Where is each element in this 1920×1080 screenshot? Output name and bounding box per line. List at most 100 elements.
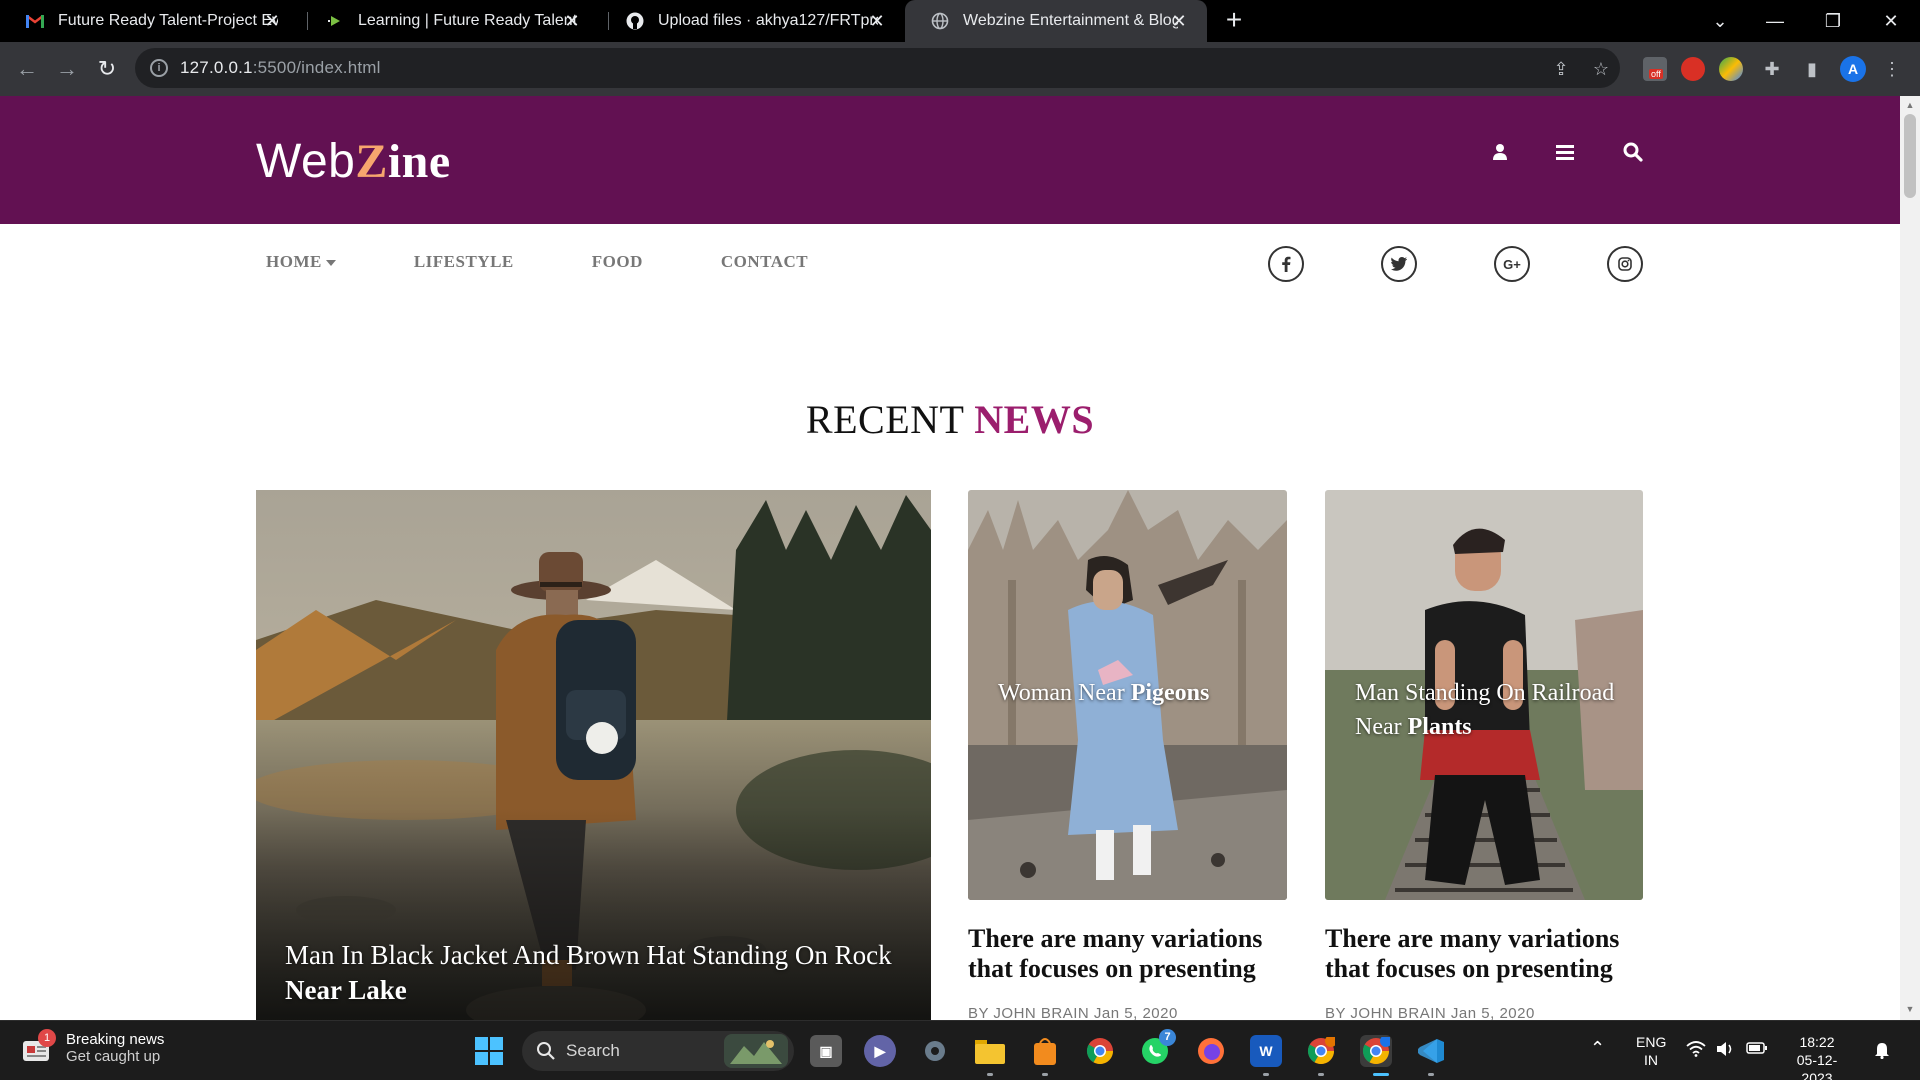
scroll-up-icon[interactable]: ▲	[1905, 100, 1915, 110]
back-button[interactable]: ←	[12, 54, 42, 84]
windows-start-icon[interactable]	[473, 1035, 505, 1067]
teams-chat-icon[interactable]: ▶	[864, 1035, 896, 1067]
close-icon[interactable]: ✕	[262, 11, 282, 31]
tab-github[interactable]: Upload files · akhya127/FRTproje ✕	[600, 0, 905, 42]
tab-gmail[interactable]: Future Ready Talent-Project Eval ✕	[0, 0, 300, 42]
wifi-icon[interactable]	[1686, 1041, 1706, 1061]
nav-lifestyle[interactable]: LIFESTYLE	[414, 252, 514, 272]
puzzle-extensions-icon[interactable]: ✚	[1761, 58, 1783, 80]
address-bar[interactable]: i 127.0.0.1:5500/index.html ⇪ ☆	[135, 48, 1620, 88]
card-1-heading[interactable]: There are many variations that focuses o…	[968, 924, 1288, 984]
forward-button[interactable]: →	[52, 54, 82, 84]
url-text[interactable]: 127.0.0.1:5500/index.html	[180, 58, 381, 78]
search-icon[interactable]	[1621, 140, 1645, 164]
volume-icon[interactable]	[1716, 1041, 1734, 1061]
active-indicator	[1373, 1073, 1389, 1076]
card-1-meta: BY JOHN BRAIN Jan 5, 2020	[968, 1005, 1178, 1020]
site-info-icon[interactable]: i	[150, 59, 168, 77]
clock[interactable]: 18:22 05-12-2023	[1782, 1033, 1852, 1080]
caret-down-icon	[325, 260, 336, 267]
extension-block-icon[interactable]	[1681, 57, 1705, 81]
whatsapp-badge: 7	[1159, 1029, 1176, 1046]
side-panel-icon[interactable]: ▮	[1801, 58, 1823, 80]
hamburger-menu-icon[interactable]	[1553, 140, 1577, 164]
site-header: WebZine	[0, 96, 1900, 224]
card-2-overlay-title[interactable]: Man Standing On Railroad Near Plants	[1355, 676, 1635, 744]
close-window-button[interactable]: ✕	[1876, 6, 1906, 36]
scrollbar-thumb[interactable]	[1904, 114, 1916, 198]
browser-tab-strip: Future Ready Talent-Project Eval ✕ Learn…	[0, 0, 1920, 42]
gmail-icon	[26, 12, 44, 30]
play-icon	[326, 12, 344, 30]
taskbar-search[interactable]: Search	[522, 1031, 794, 1071]
news-title: Breaking news	[66, 1031, 165, 1048]
battery-icon[interactable]	[1746, 1041, 1768, 1059]
running-indicator	[1318, 1073, 1324, 1076]
notification-bell-icon[interactable]	[1874, 1041, 1890, 1063]
chrome-icon[interactable]	[1084, 1035, 1116, 1067]
google-plus-icon[interactable]: G+	[1494, 246, 1530, 282]
section-title: RECENT NEWS	[805, 397, 1095, 442]
site-logo[interactable]: WebZine	[256, 134, 451, 189]
running-indicator	[1428, 1073, 1434, 1076]
minimize-button[interactable]: —	[1760, 6, 1790, 36]
task-view-icon[interactable]: ▣	[810, 1035, 842, 1067]
tab-label: Webzine Entertainment & Blog (	[963, 12, 1178, 29]
new-tab-button[interactable]: +	[1219, 6, 1249, 36]
facebook-icon[interactable]	[1268, 246, 1304, 282]
search-label: Search	[566, 1041, 620, 1060]
tab-learning[interactable]: Learning | Future Ready Talent ✕	[300, 0, 600, 42]
page-scrollbar[interactable]: ▲ ▼	[1900, 96, 1920, 1020]
whatsapp-icon[interactable]: 7	[1139, 1029, 1176, 1067]
share-icon[interactable]: ⇪	[1550, 58, 1572, 80]
search-icon	[537, 1042, 555, 1060]
scroll-down-icon[interactable]: ▼	[1905, 1004, 1915, 1014]
tab-search-chevron-icon[interactable]: ⌄	[1705, 6, 1735, 36]
featured-card-title[interactable]: Man In Black Jacket And Brown Hat Standi…	[285, 938, 925, 1008]
vscode-icon[interactable]	[1415, 1035, 1447, 1067]
language-indicator[interactable]: ENG IN	[1636, 1033, 1666, 1069]
news-subtitle: Get caught up	[66, 1048, 161, 1065]
store-bag-icon[interactable]	[1029, 1035, 1061, 1067]
tray-overflow-chevron-icon[interactable]: ⌃	[1590, 1039, 1605, 1057]
card-2-heading[interactable]: There are many variations that focuses o…	[1325, 924, 1645, 984]
chrome-profile-a-icon[interactable]	[1305, 1035, 1337, 1067]
settings-gear-icon[interactable]	[919, 1035, 951, 1067]
restore-button[interactable]: ❐	[1818, 6, 1848, 36]
close-icon[interactable]: ✕	[867, 11, 887, 31]
globe-icon	[931, 12, 949, 30]
close-icon[interactable]: ✕	[562, 11, 582, 31]
chrome-profile-b-icon[interactable]	[1360, 1035, 1392, 1067]
reload-button[interactable]: ↻	[92, 54, 122, 84]
nav-home[interactable]: HOME	[266, 252, 336, 272]
news-card-image-2[interactable]: Man Standing On Railroad Near Plants	[1325, 490, 1643, 900]
tab-webzine[interactable]: Webzine Entertainment & Blog ( ✕	[905, 0, 1207, 42]
main-nav: HOME LIFESTYLE FOOD CONTACT	[266, 252, 886, 272]
close-icon[interactable]: ✕	[1169, 11, 1189, 31]
news-card-image-1[interactable]: Woman Near Pigeons	[968, 490, 1287, 900]
extension-color-icon[interactable]	[1719, 57, 1743, 81]
news-icon: 1	[22, 1029, 56, 1063]
extension-cast-icon[interactable]: off	[1643, 57, 1667, 81]
nav-contact[interactable]: CONTACT	[721, 252, 808, 272]
firefox-icon[interactable]	[1195, 1035, 1227, 1067]
user-icon[interactable]	[1488, 140, 1512, 164]
profile-avatar[interactable]: A	[1840, 56, 1866, 82]
menu-kebab-icon[interactable]: ⋮	[1881, 58, 1903, 80]
word-icon[interactable]: W	[1250, 1035, 1282, 1067]
windows-taskbar: 1 Breaking news Get caught up Search ▣ ▶…	[0, 1020, 1920, 1080]
running-indicator	[1042, 1073, 1048, 1076]
tab-label: Learning | Future Ready Talent	[358, 12, 578, 29]
news-widget[interactable]: 1 Breaking news Get caught up	[22, 1029, 165, 1065]
card-2-meta: BY JOHN BRAIN Jan 5, 2020	[1325, 1005, 1535, 1020]
bookmark-star-icon[interactable]: ☆	[1590, 58, 1612, 80]
tab-label: Future Ready Talent-Project Eval	[58, 12, 278, 29]
card-1-overlay-title[interactable]: Woman Near Pigeons	[998, 676, 1278, 710]
github-icon	[626, 12, 644, 30]
nav-food[interactable]: FOOD	[592, 252, 643, 272]
instagram-icon[interactable]	[1607, 246, 1643, 282]
featured-news-card[interactable]: Man In Black Jacket And Brown Hat Standi…	[256, 490, 931, 1020]
twitter-icon[interactable]	[1381, 246, 1417, 282]
extension-badge: off	[1649, 69, 1663, 79]
file-explorer-icon[interactable]	[974, 1035, 1006, 1067]
